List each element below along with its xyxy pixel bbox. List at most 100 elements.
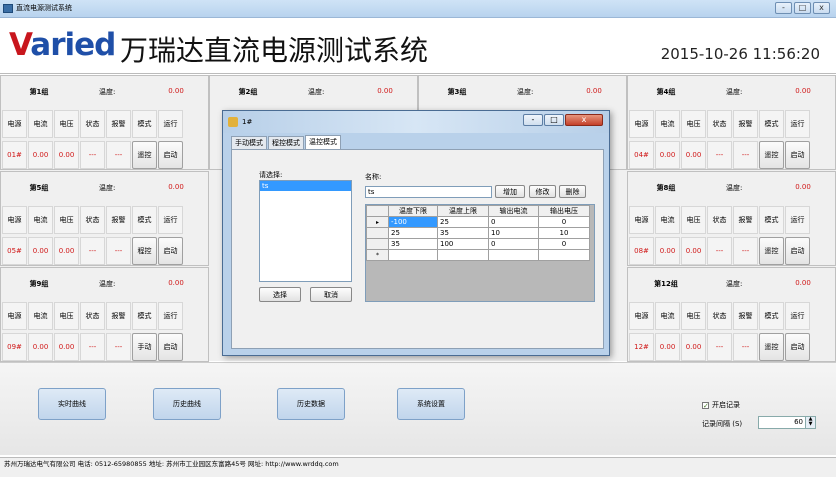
- temperature-table[interactable]: 温度下限 温度上限 输出电流 输出电压 ▸ -100 25 0 0 25 35 10 10 3…: [365, 204, 595, 302]
- status-value: ---: [80, 141, 105, 169]
- column-header[interactable]: 输出电压: [538, 205, 590, 217]
- start-button[interactable]: 启动: [785, 333, 810, 361]
- temperature-label: 温度:: [726, 184, 743, 192]
- bottom-panel: 实时曲线 历史曲线 历史数据 系统设置 ✓ 开启记录 记录间隔 (S) 60 ▲ ▼: [0, 362, 836, 455]
- tab-program-mode[interactable]: 程控模式: [268, 136, 304, 149]
- group-panel: 第5组 温度: 0.00 电源 电流 电压 状态 报警 模式 运行 05# 0.00 0.00 --- --…: [0, 171, 209, 266]
- table-row[interactable]: ▸ -100 25 0 0: [366, 216, 590, 228]
- column-header: 运行: [158, 302, 183, 330]
- header: Varied 万瑞达直流电源测试系统 2015-10-26 11:56:20: [0, 18, 836, 74]
- column-header: 电压: [681, 110, 706, 138]
- column-header: 报警: [106, 110, 131, 138]
- list-item[interactable]: ts: [260, 181, 351, 191]
- column-header[interactable]: 温度下限: [388, 205, 438, 217]
- dialog-minimize-button[interactable]: -: [523, 114, 543, 126]
- check-icon: ✓: [702, 401, 709, 410]
- cancel-button[interactable]: 取消: [310, 287, 352, 302]
- mode-button[interactable]: 遥控: [132, 141, 157, 169]
- column-header: 模式: [759, 206, 784, 234]
- tab-manual-mode[interactable]: 手动模式: [231, 136, 267, 149]
- tab-temperature-mode[interactable]: 温控模式: [305, 135, 341, 149]
- status-value: ---: [707, 141, 732, 169]
- dialog-icon: [228, 117, 238, 127]
- select-button[interactable]: 选择: [259, 287, 301, 302]
- mode-button[interactable]: 程控: [132, 237, 157, 265]
- temperature-value: 0.00: [586, 87, 602, 95]
- power-id: 09#: [2, 333, 27, 361]
- alarm-value: ---: [733, 237, 758, 265]
- temperature-value: 0.00: [795, 183, 811, 191]
- history-data-button[interactable]: 历史数据: [277, 388, 345, 420]
- maximize-button[interactable]: □: [794, 2, 811, 14]
- dialog-maximize-button[interactable]: □: [544, 114, 564, 126]
- system-settings-button[interactable]: 系统设置: [397, 388, 465, 420]
- column-header: 模式: [132, 110, 157, 138]
- name-label: 名称:: [365, 173, 382, 181]
- edit-button[interactable]: 修改: [529, 185, 556, 198]
- mode-button[interactable]: 手动: [132, 333, 157, 361]
- column-header: 电源: [2, 110, 27, 138]
- name-input[interactable]: ts: [365, 186, 492, 198]
- start-button[interactable]: 启动: [158, 237, 183, 265]
- column-header[interactable]: 温度上限: [437, 205, 489, 217]
- mode-button[interactable]: 遥控: [759, 141, 784, 169]
- status-value: ---: [80, 333, 105, 361]
- column-header: 运行: [158, 206, 183, 234]
- temperature-label: 温度:: [99, 184, 116, 192]
- logo: Varied: [9, 27, 116, 63]
- status-value: ---: [707, 333, 732, 361]
- table-row[interactable]: 25 35 10 10: [366, 227, 590, 239]
- table-row[interactable]: 35 100 0 0: [366, 238, 590, 250]
- temperature-value: 0.00: [168, 87, 184, 95]
- column-header: 运行: [785, 206, 810, 234]
- voltage-value: 0.00: [681, 237, 706, 265]
- column-header: 电压: [681, 302, 706, 330]
- group-name: 第5组: [29, 184, 49, 192]
- temperature-label: 温度:: [517, 88, 534, 96]
- column-header: 电源: [629, 302, 654, 330]
- mode-button[interactable]: 遥控: [759, 237, 784, 265]
- close-button[interactable]: x: [813, 2, 830, 14]
- start-button[interactable]: 启动: [785, 141, 810, 169]
- interval-stepper[interactable]: 60 ▲ ▼: [758, 416, 816, 429]
- column-header: 运行: [785, 110, 810, 138]
- dialog-close-button[interactable]: x: [565, 114, 603, 126]
- column-header: 电压: [54, 302, 79, 330]
- alarm-value: ---: [733, 333, 758, 361]
- history-curve-button[interactable]: 历史曲线: [153, 388, 221, 420]
- column-header: 运行: [158, 110, 183, 138]
- minimize-button[interactable]: -: [775, 2, 792, 14]
- record-checkbox[interactable]: ✓ 开启记录: [702, 400, 740, 410]
- temperature-value: 0.00: [377, 87, 393, 95]
- mode-button[interactable]: 遥控: [759, 333, 784, 361]
- status-value: ---: [80, 237, 105, 265]
- add-button[interactable]: 增加: [495, 185, 525, 198]
- status-bar: 苏州万瑞达电气有限公司 电话: 0512-65980855 地址: 苏州市工业园…: [0, 457, 836, 477]
- dialog-title-bar: 1# - □ x: [223, 111, 609, 133]
- column-header: 模式: [132, 206, 157, 234]
- voltage-value: 0.00: [681, 333, 706, 361]
- temperature-label: 温度:: [308, 88, 325, 96]
- spin-arrows-icon[interactable]: ▲ ▼: [805, 417, 815, 428]
- delete-button[interactable]: 删除: [559, 185, 586, 198]
- group-panel: 第12组 温度: 0.00 电源 电流 电压 状态 报警 模式 运行 12# 0.00 0.00 --- -…: [627, 267, 836, 362]
- realtime-curve-button[interactable]: 实时曲线: [38, 388, 106, 420]
- start-button[interactable]: 启动: [158, 141, 183, 169]
- start-button[interactable]: 启动: [158, 333, 183, 361]
- current-row-marker: ▸: [366, 216, 389, 228]
- group-name: 第3组: [447, 88, 467, 96]
- group-panel: 第8组 温度: 0.00 电源 电流 电压 状态 报警 模式 运行 08# 0.00 0.00 --- --…: [627, 171, 836, 266]
- profile-list[interactable]: ts: [259, 180, 352, 282]
- start-button[interactable]: 启动: [785, 237, 810, 265]
- column-header: 电压: [54, 110, 79, 138]
- alarm-value: ---: [106, 141, 131, 169]
- column-header: 状态: [80, 206, 105, 234]
- voltage-value: 0.00: [54, 237, 79, 265]
- current-value: 0.00: [655, 237, 680, 265]
- temperature-label: 温度:: [99, 88, 116, 96]
- dialog-title: 1#: [242, 118, 253, 126]
- new-row[interactable]: *: [366, 249, 590, 261]
- column-header[interactable]: 输出电流: [488, 205, 539, 217]
- column-header: 状态: [80, 302, 105, 330]
- column-header: 电流: [655, 302, 680, 330]
